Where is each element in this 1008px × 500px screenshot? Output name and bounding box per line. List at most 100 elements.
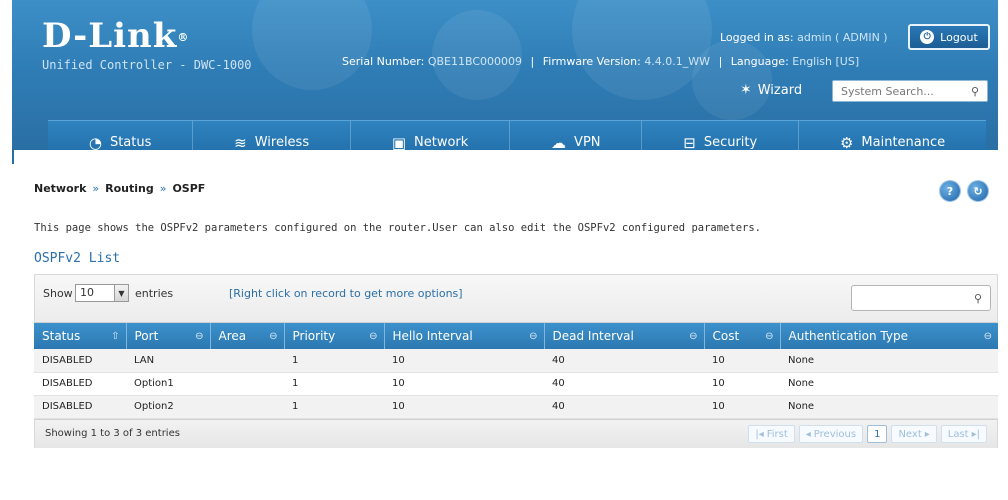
wizard-link[interactable]: ✶ Wizard (740, 82, 802, 98)
cell-area (210, 349, 284, 373)
first-page-button[interactable]: |◂ First (748, 425, 795, 443)
cell-status: DISABLED (34, 395, 126, 419)
col-port[interactable]: Port ⊖ (126, 323, 211, 349)
sort-icon: ⊖ (983, 330, 992, 342)
nav-vpn[interactable]: ☁ VPN (510, 121, 643, 150)
cell-port: Option2 (126, 395, 210, 419)
previous-icon: ◂ (805, 428, 811, 440)
device-info: Serial Number: QBE11BC000009 | Firmware … (342, 55, 860, 68)
logged-in-user: admin ( ADMIN ) (797, 31, 888, 44)
breadcrumb-ospf: OSPF (172, 182, 206, 195)
col-area[interactable]: Area ⊖ (210, 323, 285, 349)
cell-hello-interval: 10 (384, 349, 544, 373)
entries-select[interactable]: 10 ▼ (75, 284, 129, 302)
gauge-icon: ◔ (88, 133, 102, 151)
breadcrumb: Network» Routing» OSPF (34, 182, 206, 195)
sort-icon: ⊖ (529, 330, 538, 342)
firmware-version: 4.4.0.1_WW (644, 55, 711, 68)
col-hello-interval[interactable]: Hello Interval ⊖ (384, 323, 545, 349)
search-icon: ⚲ (973, 291, 982, 305)
refresh-button[interactable]: ↻ (968, 181, 988, 201)
cell-authentication-type: None (780, 372, 998, 396)
cell-authentication-type: None (780, 349, 998, 373)
header: D-Link® Unified Controller - DWC-1000 Lo… (12, 0, 998, 150)
first-icon: |◂ (755, 428, 764, 440)
system-search-input[interactable]: System Search... ⚲ (832, 80, 988, 102)
next-icon: ▸ (924, 428, 930, 440)
lock-icon: ⊟ (683, 133, 696, 151)
cell-dead-interval: 40 (544, 349, 704, 373)
wifi-icon: ≋ (234, 133, 247, 151)
breadcrumb-routing[interactable]: Routing (105, 182, 154, 195)
nav-network[interactable]: ▣ Network (351, 121, 511, 151)
breadcrumb-network[interactable]: Network (34, 182, 86, 195)
brand: D-Link® Unified Controller - DWC-1000 (42, 18, 252, 72)
right-click-hint: [Right click on record to get more optio… (229, 287, 463, 300)
cell-cost: 10 (704, 349, 780, 373)
table-row[interactable]: DISABLED LAN 1 10 40 10 None (34, 349, 998, 373)
product-name: Unified Controller - DWC-1000 (42, 58, 252, 72)
entries-label: entries (135, 287, 174, 300)
nav-wireless[interactable]: ≋ Wireless (193, 121, 351, 150)
language-link[interactable]: English [US] (792, 55, 859, 68)
logout-button[interactable]: ⏻ Logout (908, 24, 990, 50)
decor-bubble (252, 0, 372, 90)
serial-number: QBE11BC000009 (427, 55, 523, 68)
page-1-button[interactable]: 1 (867, 425, 888, 443)
col-cost[interactable]: Cost ⊖ (704, 323, 781, 349)
table-footer: Showing 1 to 3 of 3 entries |◂ First ◂ Pre… (35, 419, 997, 448)
col-status[interactable]: Status ⇧ (34, 323, 127, 349)
next-page-button[interactable]: Next ▸ (891, 425, 937, 443)
showing-entries: Showing 1 to 3 of 3 entries (45, 428, 180, 439)
cell-authentication-type: None (780, 395, 998, 419)
main-nav: ◔ Status ≋ Wireless ▣ Network ☁ VPN ⊟ Se… (48, 120, 986, 150)
last-page-button[interactable]: Last ▸| (940, 425, 987, 443)
sort-icon: ⊖ (369, 330, 378, 342)
cell-hello-interval: 10 (384, 372, 544, 396)
chevron-down-icon: ▼ (114, 285, 128, 301)
col-dead-interval[interactable]: Dead Interval ⊖ (544, 323, 705, 349)
previous-page-button[interactable]: ◂ Previous (798, 425, 864, 443)
last-icon: ▸| (971, 428, 980, 440)
monitor-icon: ▣ (391, 133, 407, 151)
sort-icon: ⊖ (689, 330, 698, 342)
cell-hello-interval: 10 (384, 395, 544, 419)
cell-priority: 1 (284, 372, 384, 396)
pagination: |◂ First ◂ Previous 1 Next ▸ Last ▸| (748, 425, 987, 443)
page-description: This page shows the OSPFv2 parameters co… (34, 222, 761, 234)
cell-area (210, 372, 284, 396)
sort-icon: ⊖ (765, 330, 774, 342)
cell-dead-interval: 40 (544, 395, 704, 419)
col-priority[interactable]: Priority ⊖ (284, 323, 385, 349)
main-content: Network» Routing» OSPF ? ↻ This page shows… (12, 164, 998, 500)
show-label: Show (43, 287, 73, 300)
decor-bubble (572, 0, 712, 100)
col-authentication-type[interactable]: Authentication Type ⊖ (780, 323, 998, 349)
nav-maintenance[interactable]: ⚙ Maintenance (799, 121, 986, 151)
table-toolbar: Show 10 ▼ entries [Right click on record… (35, 275, 997, 323)
nav-security[interactable]: ⊟ Security (642, 121, 800, 151)
cell-priority: 1 (284, 349, 384, 373)
gears-icon: ⚙ (839, 133, 854, 151)
cell-port: Option1 (126, 372, 210, 396)
table-search-input[interactable]: ⚲ (851, 285, 991, 311)
cell-priority: 1 (284, 395, 384, 419)
table-header-row: Status ⇧ Port ⊖ Area ⊖ Priority ⊖ Hello Inte… (34, 323, 998, 349)
help-button[interactable]: ? (940, 181, 960, 201)
ospf-list: Show 10 ▼ entries [Right click on record… (34, 274, 998, 448)
search-icon: ⚲ (970, 84, 979, 98)
decor-bubble (692, 40, 772, 120)
table-row[interactable]: DISABLED Option2 1 10 40 10 None (34, 395, 998, 419)
nav-status[interactable]: ◔ Status (48, 121, 194, 151)
sort-up-icon: ⇧ (111, 330, 120, 342)
table-row[interactable]: DISABLED Option1 1 10 40 10 None (34, 372, 998, 396)
dlink-logo: D-Link® (42, 16, 190, 56)
cell-status: DISABLED (34, 372, 126, 396)
cell-area (210, 395, 284, 419)
section-title: OSPFv2 List (34, 251, 121, 266)
cell-dead-interval: 40 (544, 372, 704, 396)
question-icon: ? (946, 184, 954, 198)
cell-status: DISABLED (34, 349, 126, 373)
sort-icon: ⊖ (195, 330, 204, 342)
power-icon: ⏻ (920, 30, 935, 44)
